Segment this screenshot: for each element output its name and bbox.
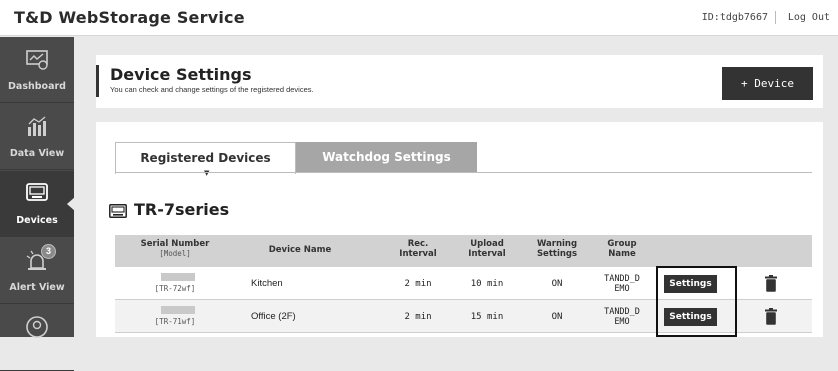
- header-serial: Serial Number [Model]: [115, 239, 235, 259]
- group-name-line1: TANDD_D: [604, 273, 640, 284]
- header-group-name: Group Name: [595, 239, 649, 259]
- top-bar: T&D WebStorage Service ID:tdgb7667 Log O…: [0, 0, 838, 36]
- upload-interval: 15 min: [470, 311, 504, 322]
- add-device-button[interactable]: + Device: [722, 67, 813, 100]
- caret-down-icon: ▼: [204, 169, 210, 177]
- settings-highlight-box: [656, 266, 737, 337]
- sidebar-item-label: Data View: [9, 148, 65, 159]
- header-upload-interval-line1: Upload: [470, 239, 504, 249]
- sidebar-item-devices[interactable]: Devices: [0, 171, 75, 237]
- device-model: [TR-71wf]: [154, 317, 196, 326]
- data-view-icon: [28, 116, 46, 136]
- trash-icon[interactable]: [765, 308, 777, 325]
- warning-status: ON: [551, 278, 563, 289]
- sidebar-item-label: Devices: [16, 215, 58, 226]
- tab-registered-devices[interactable]: Registered Devices ▼: [115, 142, 296, 177]
- warning-status: ON: [551, 311, 563, 322]
- sidebar-item-label: Dashboard: [8, 81, 66, 92]
- title-accent-bar: [96, 65, 99, 97]
- sidebar-item-dashboard[interactable]: Dashboard: [0, 37, 74, 103]
- tab-watchdog-settings[interactable]: Watchdog Settings: [296, 142, 477, 173]
- header-rec-interval-line1: Rec.: [407, 239, 429, 249]
- header-group-line1: Group: [607, 239, 637, 249]
- upload-interval: 10 min: [470, 278, 504, 289]
- tab-divider: [115, 172, 812, 173]
- trash-icon[interactable]: [765, 275, 777, 292]
- sidebar-item-account[interactable]: [0, 305, 74, 371]
- alert-count-badge: 3: [41, 244, 56, 259]
- serial-number-redacted: [161, 306, 195, 314]
- device-model: [TR-72wf]: [154, 284, 196, 293]
- serial-number-redacted: [161, 273, 195, 281]
- user-id: ID:tdgb7667: [701, 12, 768, 23]
- group-name-line2: EMO: [614, 316, 630, 327]
- page-subtitle: You can check and change settings of the…: [110, 85, 314, 94]
- sidebar: Dashboard Data View Devices 3 Alert View: [0, 37, 75, 371]
- header-serial-label: Serial Number: [140, 239, 210, 249]
- header-group-line2: Name: [608, 249, 636, 259]
- header-upload-interval-line2: Interval: [468, 249, 506, 259]
- app-brand: T&D WebStorage Service: [14, 8, 245, 27]
- header-warning-settings: Warning Settings: [527, 239, 587, 259]
- rec-interval: 2 min: [404, 311, 432, 322]
- sidebar-item-label: Alert View: [9, 282, 65, 293]
- table-header: Serial Number [Model] Device Name Rec. I…: [115, 235, 812, 267]
- header-device-name: Device Name: [268, 245, 332, 255]
- user-icon: [26, 316, 48, 338]
- dashboard-icon: [26, 50, 48, 70]
- device-icon: [109, 204, 127, 218]
- logout-link[interactable]: Log Out: [788, 12, 830, 23]
- header-rec-interval-line2: Interval: [399, 249, 437, 259]
- header-upload-interval: Upload Interval: [457, 239, 517, 259]
- devices-icon: [26, 183, 48, 201]
- page-title: Device Settings: [110, 65, 252, 84]
- series-title: TR-7series: [134, 200, 230, 219]
- group-name: TANDD_D EMO: [595, 267, 649, 300]
- header-rec-interval: Rec. Interval: [385, 239, 451, 259]
- header-warning-line2: Settings: [536, 249, 578, 259]
- group-name-line1: TANDD_D: [604, 306, 640, 317]
- device-name: Office (2F): [251, 311, 296, 322]
- device-name: Kitchen: [251, 278, 283, 289]
- rec-interval: 2 min: [404, 278, 432, 289]
- sidebar-item-alert-view[interactable]: 3 Alert View: [0, 238, 74, 304]
- tab-label: Registered Devices: [140, 151, 271, 165]
- header-model-label: [Model]: [159, 249, 191, 258]
- divider: [775, 11, 776, 24]
- sidebar-item-data-view[interactable]: Data View: [0, 104, 74, 170]
- page-header: Device Settings You can check and change…: [96, 55, 823, 108]
- group-name-line2: EMO: [614, 283, 630, 294]
- group-name: TANDD_D EMO: [595, 300, 649, 333]
- header-warning-line1: Warning: [536, 239, 578, 249]
